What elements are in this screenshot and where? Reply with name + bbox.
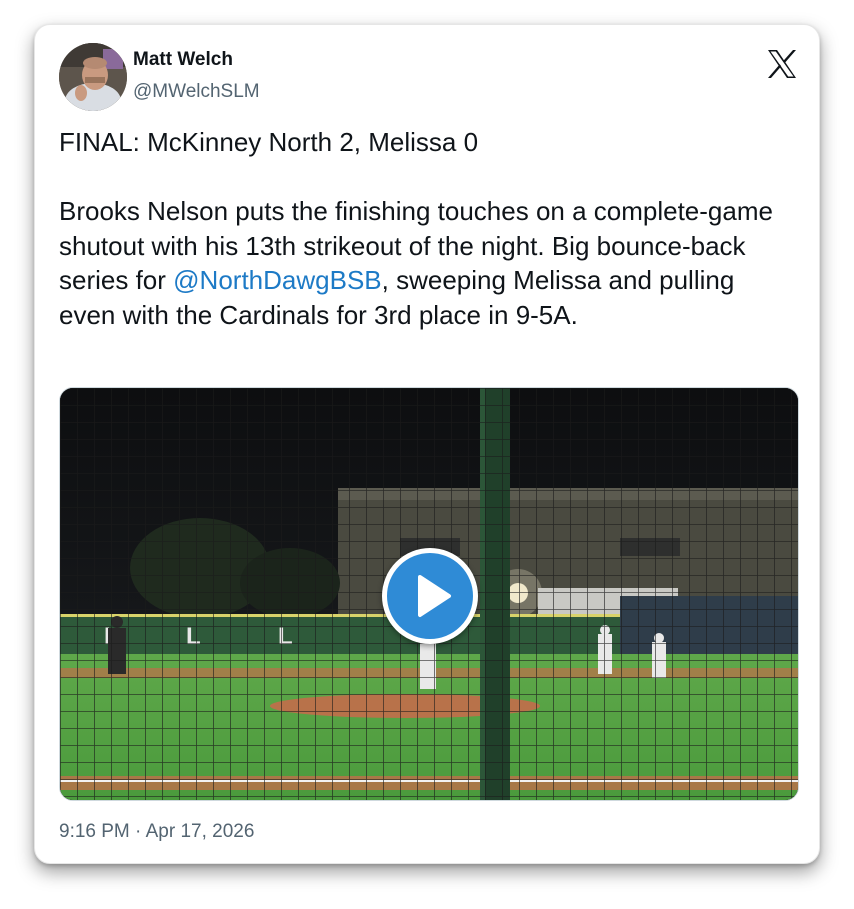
play-icon <box>418 575 451 617</box>
tweet-card[interactable]: Matt Welch @MWelchSLM FINAL: McKinney No… <box>34 24 820 864</box>
x-logo-icon[interactable] <box>765 47 799 81</box>
play-button[interactable] <box>382 548 478 644</box>
video-player[interactable]: L L L <box>59 387 799 801</box>
tweet-headline: FINAL: McKinney North 2, Melissa 0 <box>59 127 479 157</box>
tweet-text: FINAL: McKinney North 2, Melissa 0 Brook… <box>59 125 789 332</box>
mention-link[interactable]: @NorthDawgBSB <box>173 265 381 295</box>
tweet-timestamp[interactable]: 9:16 PM · Apr 17, 2026 <box>59 821 254 843</box>
author-name[interactable]: Matt Welch <box>133 49 233 71</box>
avatar[interactable] <box>59 43 127 111</box>
author-handle[interactable]: @MWelchSLM <box>133 81 260 103</box>
